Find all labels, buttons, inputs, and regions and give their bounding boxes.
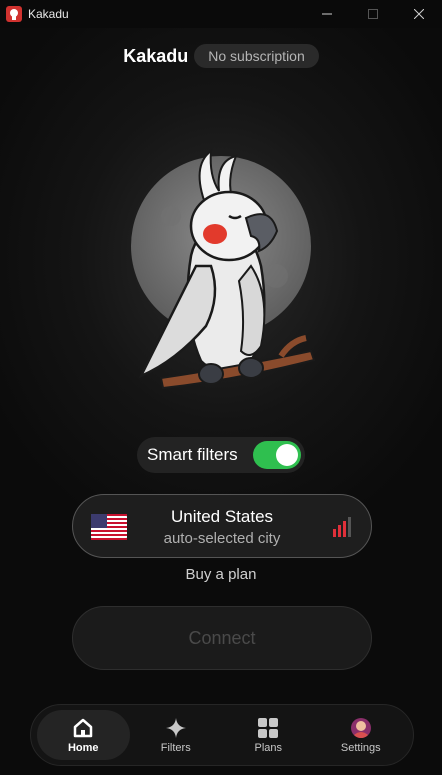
- sparkle-icon: [165, 717, 187, 739]
- nav-label-settings: Settings: [340, 741, 381, 754]
- cockatoo-mascot-illustration: [131, 148, 316, 390]
- nav-label-home: Home: [67, 741, 99, 754]
- maximize-icon: [368, 9, 378, 19]
- nav-item-filters[interactable]: Filters: [130, 710, 223, 760]
- location-selector[interactable]: United States auto-selected city: [72, 494, 372, 558]
- smart-filters-control: Smart filters: [137, 437, 305, 473]
- subscription-badge[interactable]: No subscription: [194, 44, 319, 68]
- minimize-button[interactable]: [304, 0, 350, 28]
- signal-strength-icon: [333, 517, 351, 537]
- location-country: United States: [170, 507, 274, 526]
- main-area: Kakadu No subscription Smart filters Uni…: [0, 28, 442, 775]
- window-title: Kakadu: [28, 7, 69, 21]
- nav-item-settings[interactable]: Settings: [315, 710, 408, 760]
- minimize-icon: [322, 13, 332, 15]
- app-logo-icon: [6, 6, 22, 22]
- toggle-knob: [276, 444, 298, 466]
- close-icon: [414, 9, 424, 19]
- connect-button[interactable]: Connect: [72, 606, 372, 670]
- brand-title: Kakadu: [123, 45, 189, 66]
- nav-label-plans: Plans: [254, 741, 283, 754]
- smart-filters-toggle[interactable]: [253, 441, 301, 469]
- buy-plan-link[interactable]: Buy a plan: [0, 566, 442, 583]
- close-button[interactable]: [396, 0, 442, 28]
- header: Kakadu No subscription: [0, 44, 442, 68]
- bottom-nav: Home Filters Plans Settings: [30, 704, 414, 766]
- home-icon: [72, 717, 94, 739]
- avatar-icon: [350, 717, 372, 739]
- smart-filters-label: Smart filters: [147, 445, 238, 464]
- grid-icon: [257, 717, 279, 739]
- maximize-button[interactable]: [350, 0, 396, 28]
- location-city: auto-selected city: [163, 530, 281, 547]
- nav-item-home[interactable]: Home: [37, 710, 130, 760]
- nav-item-plans[interactable]: Plans: [222, 710, 315, 760]
- window-titlebar: Kakadu: [0, 0, 442, 28]
- nav-label-filters: Filters: [160, 741, 191, 754]
